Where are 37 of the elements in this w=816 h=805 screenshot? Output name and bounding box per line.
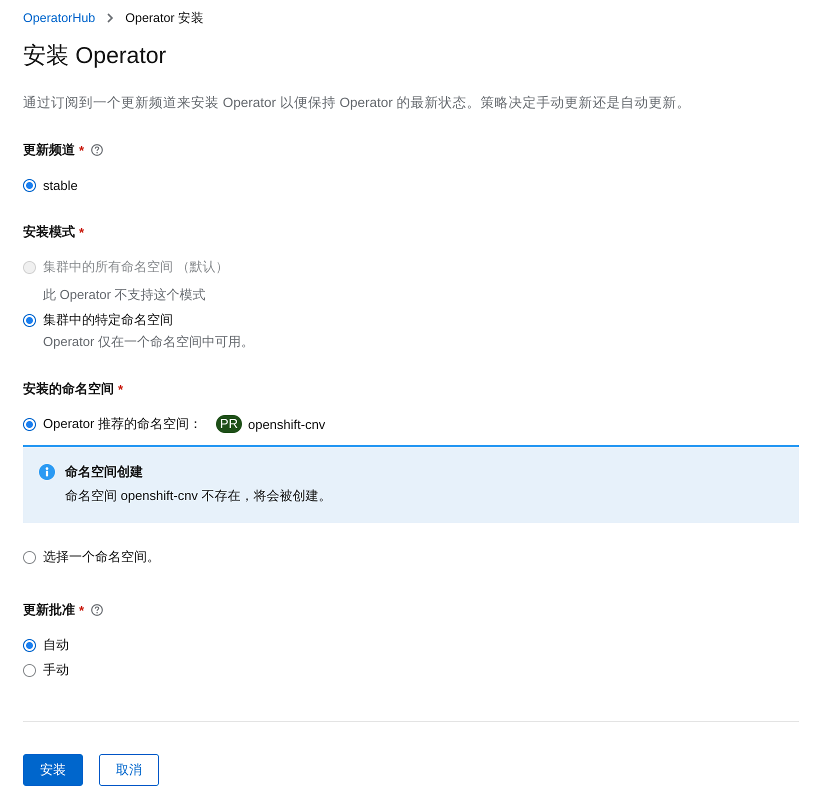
radio-button[interactable] (23, 550, 36, 564)
radio-label: stable (43, 178, 78, 192)
breadcrumb-link[interactable]: OperatorHub (23, 8, 96, 28)
chevron-right-icon (107, 13, 114, 23)
page-description: 通过订阅到一个更新频道来安装 Operator 以便保持 Operator 的最新状态。策略决定手动更新还是自动更新。 (23, 94, 692, 112)
radio-button[interactable] (23, 314, 36, 326)
radio-label: 集群中的所有命名空间 （默认） (43, 258, 229, 276)
install-button[interactable]: 安装 (23, 754, 83, 786)
field-label: 安装模式 (23, 223, 75, 241)
radio-button[interactable] (23, 638, 36, 652)
radio-button[interactable] (23, 664, 36, 676)
namespace-name: openshift-cnv (248, 416, 326, 432)
alert-title: 命名空间创建 (65, 463, 144, 481)
cancel-button[interactable]: 取消 (99, 754, 159, 786)
radio-label: 选择一个命名空间。 (43, 548, 160, 566)
helper-text: 此 Operator 不支持这个模式 (43, 286, 207, 304)
field-label: 更新频道 (23, 141, 75, 159)
field-label: 更新批准 (23, 601, 75, 619)
required-mark: * (118, 382, 124, 396)
info-icon (39, 464, 55, 480)
help-icon[interactable] (91, 144, 104, 156)
help-icon[interactable] (91, 604, 104, 616)
radio-label: Operator 推荐的命名空间： (43, 415, 202, 433)
radio-label: 自动 (43, 636, 69, 654)
page-title: 安装 Operator (23, 41, 168, 70)
project-badge: PR (216, 415, 242, 433)
radio-button[interactable] (23, 178, 36, 192)
required-mark: * (79, 602, 84, 618)
required-mark: * (79, 224, 84, 240)
required-mark: * (79, 142, 84, 158)
helper-text: Operator 仅在一个命名空间中可用。 (43, 333, 255, 351)
radio-label: 集群中的特定命名空间 (43, 311, 173, 329)
field-label: 安装的命名空间 (23, 380, 114, 398)
breadcrumb-current: Operator 安装 (125, 10, 204, 27)
radio-button[interactable] (23, 418, 36, 430)
radio-label: 手动 (43, 661, 69, 679)
alert-message: 命名空间 openshift-cnv 不存在，将会被创建。 (65, 487, 332, 505)
